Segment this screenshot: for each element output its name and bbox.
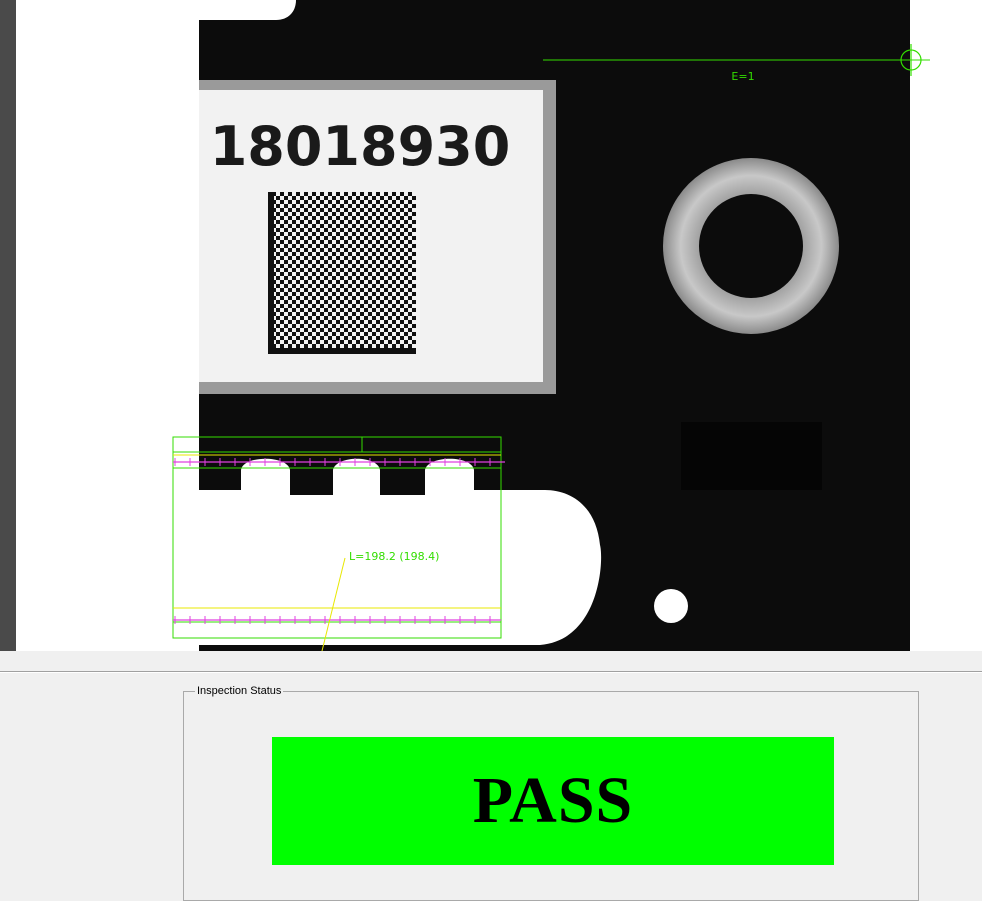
part-notches: [199, 458, 504, 495]
part-serial-number: 18018930: [210, 115, 511, 178]
inspection-image: 18018930 E=1 L=198.2 (198.4): [172, 0, 930, 651]
camera-viewport[interactable]: 18018930 E=1 L=198.2 (198.4): [0, 0, 982, 651]
inspection-result-indicator: PASS: [272, 737, 834, 865]
part-label: 18018930: [199, 80, 556, 394]
part-washer: [663, 158, 839, 334]
datamatrix-code: [268, 192, 416, 354]
inspection-result-text: PASS: [472, 764, 634, 837]
viewport-bottom-gap: [0, 651, 982, 671]
part-pad: [681, 422, 822, 490]
edge-annotation: E=1: [731, 70, 754, 83]
inspection-status-title: Inspection Status: [195, 684, 284, 698]
panel-divider[interactable]: [0, 671, 982, 673]
length-annotation: L=198.2 (198.4): [349, 550, 439, 563]
part-hole: [654, 589, 688, 623]
